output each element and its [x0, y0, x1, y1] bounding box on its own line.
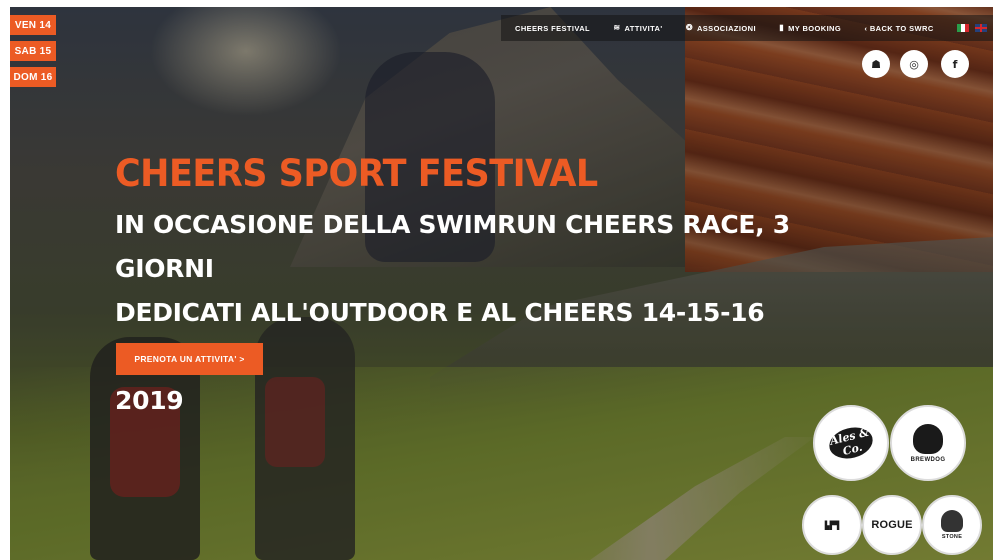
- book-activity-button[interactable]: PRENOTA UN ATTIVITA' >: [116, 343, 263, 375]
- sponsor-logo-rogue[interactable]: ROGUE: [862, 495, 922, 555]
- date-badge-friday[interactable]: VEN 14: [10, 15, 56, 35]
- nav-item-attivita[interactable]: ≋ ATTIVITA': [613, 24, 662, 33]
- website-button[interactable]: ☗: [862, 50, 890, 78]
- sponsor-label: ▙▛▜: [824, 520, 840, 530]
- facebook-button[interactable]: f: [941, 50, 969, 78]
- italian-flag-icon[interactable]: [957, 24, 969, 32]
- nav-item-label: CHEERS FESTIVAL: [515, 23, 591, 33]
- sponsor-label: Ales & Co.: [826, 423, 876, 463]
- sponsor-logo-ales[interactable]: Ales & Co.: [813, 405, 889, 481]
- boat-icon: ≋: [613, 23, 621, 32]
- page-title: CHEERS SPORT FESTIVAL: [115, 153, 598, 196]
- sponsor-logo-brewery[interactable]: ▙▛▜: [802, 495, 862, 555]
- top-nav: CHEERS FESTIVAL ≋ ATTIVITA' ❂ ASSOCIAZIO…: [501, 15, 993, 41]
- facebook-icon: f: [952, 57, 958, 71]
- hero-subtitle-line: IN OCCASIONE DELLA SWIMRUN CHEERS RACE, …: [115, 210, 790, 283]
- group-icon: ❂: [685, 23, 693, 32]
- date-badge-saturday[interactable]: SAB 15: [10, 41, 56, 61]
- dog-head-icon: [913, 423, 943, 454]
- hero-subtitle-line: 2019: [115, 386, 184, 415]
- gargoyle-icon: [941, 510, 963, 532]
- instagram-button[interactable]: ◎: [900, 50, 928, 78]
- sponsor-logo-brewdog[interactable]: BREWDOG: [890, 405, 966, 481]
- instagram-icon: ◎: [909, 57, 919, 71]
- sponsor-label: STONE: [941, 534, 963, 540]
- nav-item-associazioni[interactable]: ❂ ASSOCIAZIONI: [686, 24, 756, 33]
- nav-item-label: ASSOCIAZIONI: [696, 23, 756, 33]
- english-flag-icon[interactable]: [975, 24, 987, 32]
- hero-section: VEN 14 SAB 15 DOM 16 CHEERS FESTIVAL ≋ A…: [10, 7, 993, 560]
- sponsor-label: ROGUE: [871, 519, 913, 531]
- nav-item-label: ‹ BACK TO SWRC: [864, 23, 934, 33]
- hero-subtitle: IN OCCASIONE DELLA SWIMRUN CHEERS RACE, …: [115, 203, 815, 423]
- nav-item-label: MY BOOKING: [788, 23, 842, 33]
- website-icon: ☗: [871, 57, 881, 71]
- sponsor-label: BREWDOG: [910, 456, 946, 463]
- bookmark-icon: ▮: [779, 23, 785, 32]
- nav-item-my-booking[interactable]: ▮ MY BOOKING: [779, 24, 841, 33]
- sponsor-logo-stone[interactable]: STONE: [922, 495, 982, 555]
- date-badge-sunday[interactable]: DOM 16: [10, 67, 56, 87]
- language-switcher: [957, 24, 987, 32]
- nav-item-cheers-festival[interactable]: CHEERS FESTIVAL: [515, 24, 590, 33]
- nav-item-label: ATTIVITA': [624, 23, 663, 33]
- nav-item-back-to-swrc[interactable]: ‹ BACK TO SWRC: [864, 24, 933, 33]
